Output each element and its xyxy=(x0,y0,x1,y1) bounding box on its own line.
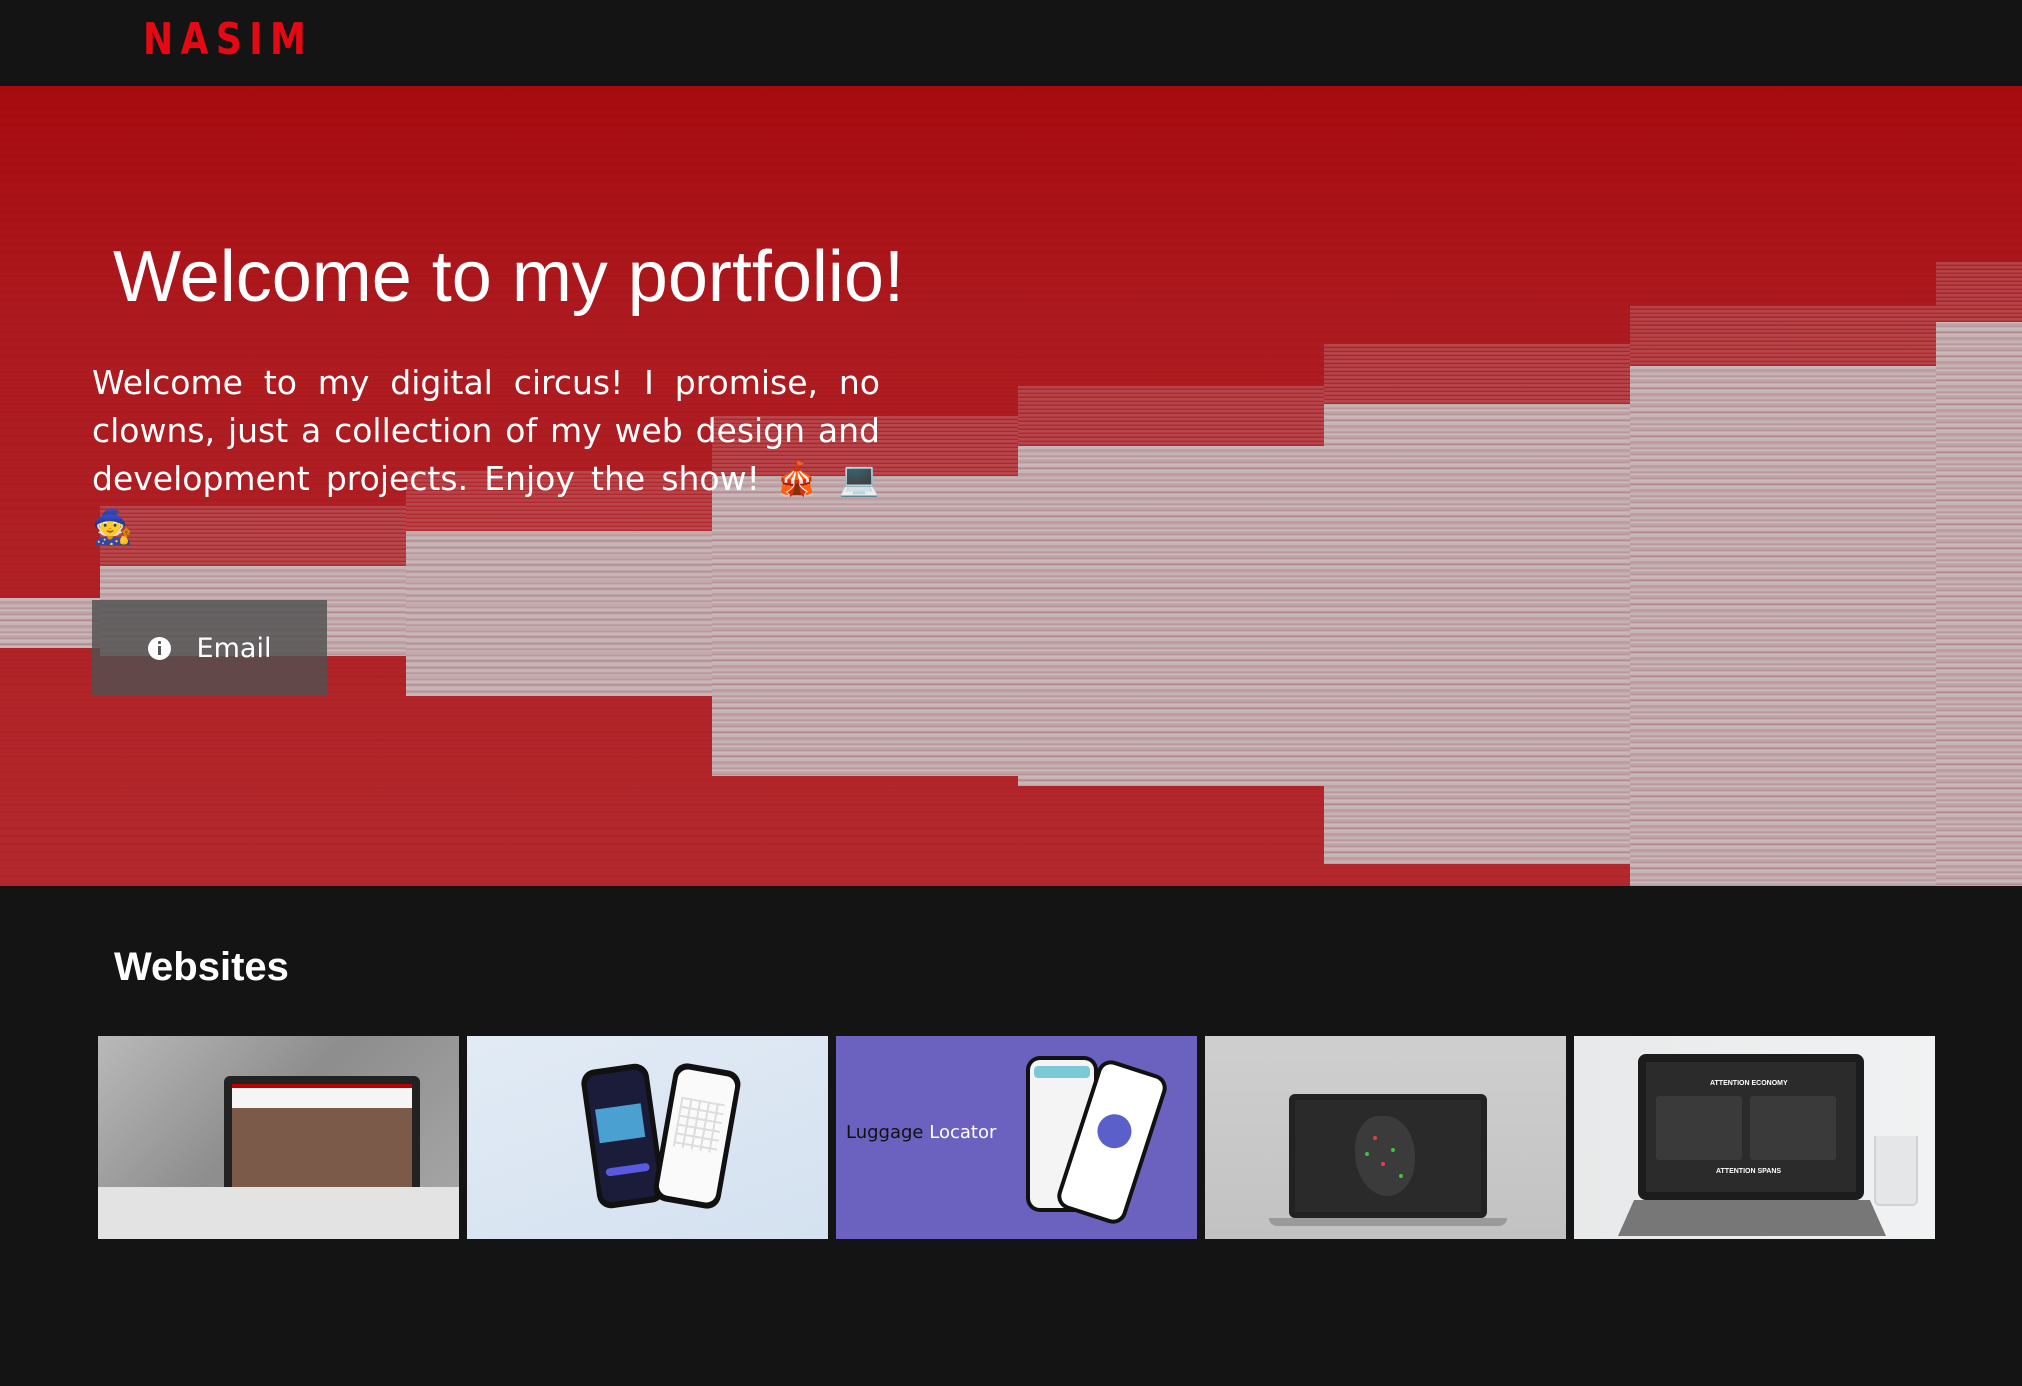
map-marker xyxy=(1391,1148,1395,1152)
project-thumb-luggage-locator[interactable]: Luggage Locator xyxy=(836,1036,1197,1239)
site-card xyxy=(1750,1096,1836,1160)
map-marker xyxy=(1381,1162,1385,1166)
project-thumb-africa-map[interactable] xyxy=(1205,1036,1566,1239)
project-thumb-attention-economy[interactable]: ATTENTION ECONOMY ATTENTION SPANS xyxy=(1574,1036,1935,1239)
project-thumb-schedule-app[interactable] xyxy=(467,1036,828,1239)
locator-word: Locator xyxy=(929,1122,997,1143)
websites-section-title: Websites xyxy=(114,945,289,989)
map-marker xyxy=(1373,1136,1377,1140)
hero-intro-text: Welcome to my digital circus! I promise,… xyxy=(92,363,880,546)
map-marker xyxy=(1399,1174,1403,1178)
top-navbar: NASIM xyxy=(0,0,2022,86)
laptop-keyboard xyxy=(1618,1200,1886,1236)
luggage-word: Luggage xyxy=(846,1122,924,1143)
site-heading: ATTENTION ECONOMY xyxy=(1710,1080,1788,1087)
water-glass xyxy=(1874,1136,1918,1206)
luggage-locator-title: Luggage Locator xyxy=(846,1122,996,1143)
email-button[interactable]: Email xyxy=(92,600,327,696)
site-accent-bar xyxy=(232,1084,412,1088)
calendar-grid xyxy=(672,1096,725,1154)
laptop-base xyxy=(1269,1218,1507,1226)
phone-right xyxy=(651,1061,743,1211)
websites-row: Luggage Locator ATTENTION ECONOMY ATTENT… xyxy=(98,1036,1935,1239)
desk-surface xyxy=(98,1187,459,1239)
hero-title: Welcome to my portfolio! xyxy=(113,237,904,317)
phone-header-bar xyxy=(1034,1066,1090,1078)
site-card xyxy=(1656,1096,1742,1160)
site-subheading: ATTENTION SPANS xyxy=(1716,1168,1782,1175)
site-logo[interactable]: NASIM xyxy=(143,14,313,65)
info-icon xyxy=(147,636,171,660)
email-button-label: Email xyxy=(196,632,272,664)
project-thumb-plumstep[interactable] xyxy=(98,1036,459,1239)
map-marker xyxy=(1365,1152,1369,1156)
hero-banner: Welcome to my portfolio! Welcome to my d… xyxy=(0,86,2022,886)
phone-illustration xyxy=(595,1103,646,1144)
